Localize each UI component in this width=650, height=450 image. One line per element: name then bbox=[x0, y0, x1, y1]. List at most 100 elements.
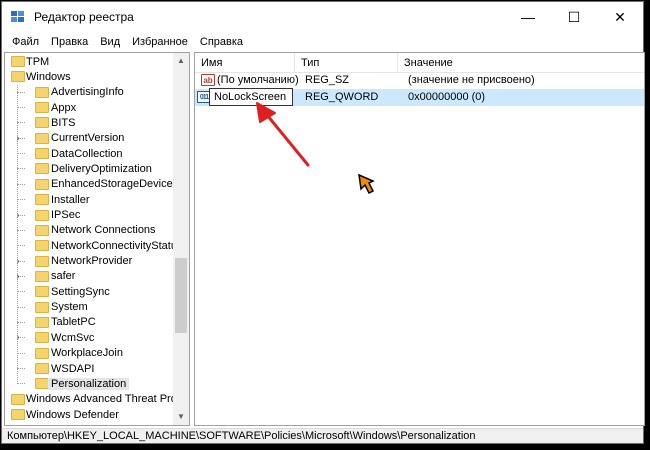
registry-tree[interactable]: TPM Windows AdvertisingInfo Appx BITS › Curren… bbox=[4, 52, 190, 426]
tree-item-label: Windows Advanced Threat Prote bbox=[26, 393, 175, 406]
folder-icon bbox=[11, 71, 25, 83]
tree-item-label: Windows bbox=[26, 70, 71, 83]
tree-item-label: Appx bbox=[51, 101, 77, 114]
tree-item[interactable]: TPM bbox=[5, 54, 175, 69]
tree-item[interactable]: TabletPC bbox=[5, 315, 175, 330]
tree-connector bbox=[17, 229, 25, 231]
tree-item[interactable]: › NetworkProvider bbox=[5, 254, 175, 269]
scroll-down-arrow-icon[interactable]: ▼ bbox=[173, 409, 189, 425]
tree-item[interactable]: WSDAPI bbox=[5, 361, 175, 376]
folder-icon bbox=[35, 209, 49, 221]
tree-connector bbox=[17, 245, 25, 247]
tree-connector bbox=[17, 168, 25, 170]
tree-item-label: CurrentVersion bbox=[51, 132, 125, 145]
tree-item-label: WSDAPI bbox=[51, 362, 95, 375]
status-bar-path: Компьютер\HKEY_LOCAL_MACHINE\SOFTWARE\Po… bbox=[2, 428, 643, 443]
minimize-button[interactable]: — bbox=[505, 2, 551, 32]
maximize-button[interactable]: ☐ bbox=[551, 2, 597, 32]
tree-connector bbox=[17, 199, 25, 201]
menu-file[interactable]: Файл bbox=[6, 36, 45, 48]
tree-item-label: BITS bbox=[51, 116, 76, 129]
tree-item[interactable]: Appx bbox=[5, 100, 175, 115]
tree-item[interactable]: › WcmSvc bbox=[5, 330, 175, 345]
tree-connector bbox=[17, 183, 25, 185]
folder-icon bbox=[35, 132, 49, 144]
folder-icon bbox=[35, 378, 49, 390]
tree-item[interactable]: NetworkConnectivityStatusInd bbox=[5, 238, 175, 253]
tree-item-label: System bbox=[51, 301, 88, 314]
tree-item-label: Personalization bbox=[48, 377, 130, 390]
tree-item[interactable]: Installer bbox=[5, 192, 175, 207]
tree-item[interactable]: DataCollection bbox=[5, 146, 175, 161]
tree-item[interactable]: AdvertisingInfo bbox=[5, 85, 175, 100]
tree-item[interactable]: DeliveryOptimization bbox=[5, 161, 175, 176]
tree-item[interactable]: Windows Defender bbox=[5, 407, 175, 422]
tree-connector bbox=[17, 91, 25, 93]
busy-cursor-icon bbox=[358, 173, 375, 195]
folder-icon bbox=[35, 102, 49, 114]
folder-icon bbox=[35, 363, 49, 374]
registry-editor-icon bbox=[10, 9, 26, 25]
folder-icon bbox=[35, 301, 49, 313]
annotation-overlay bbox=[256, 102, 310, 167]
folder-icon bbox=[35, 178, 49, 190]
folder-icon bbox=[35, 347, 49, 359]
expand-arrow-icon[interactable]: › bbox=[14, 210, 22, 221]
expand-arrow-icon[interactable]: › bbox=[14, 133, 22, 144]
folder-icon bbox=[11, 393, 25, 405]
tree-item-label: DataCollection bbox=[51, 147, 123, 160]
tree-item[interactable]: Personalization bbox=[5, 376, 175, 391]
folder-icon bbox=[35, 240, 49, 252]
menu-favorites[interactable]: Избранное bbox=[126, 36, 194, 48]
tree-vertical-scrollbar[interactable]: ▲ ▼ bbox=[173, 53, 189, 425]
scroll-up-arrow-icon[interactable]: ▲ bbox=[173, 53, 189, 69]
tree-item[interactable]: Network Connections bbox=[5, 223, 175, 238]
tree-item[interactable]: › CurrentVersion bbox=[5, 131, 175, 146]
tree-connector bbox=[17, 122, 25, 124]
tree-connector bbox=[17, 352, 25, 354]
tree-item-label: EnhancedStorageDevices bbox=[51, 178, 175, 191]
tree-item[interactable]: Windows Advanced Threat Prote bbox=[5, 392, 175, 407]
tree-item-label: Installer bbox=[51, 193, 90, 206]
folder-icon bbox=[35, 86, 49, 98]
tree-content: TPM Windows AdvertisingInfo Appx BITS › Curren… bbox=[5, 53, 175, 425]
tree-connector bbox=[17, 291, 25, 293]
folder-icon bbox=[35, 270, 49, 282]
tree-item[interactable]: WorkplaceJoin bbox=[5, 346, 175, 361]
tree-connector bbox=[17, 306, 25, 308]
tree-item[interactable]: SettingSync bbox=[5, 284, 175, 299]
folder-icon bbox=[35, 332, 49, 344]
title-bar: Редактор реестра — ☐ ✕ bbox=[2, 2, 643, 32]
tree-connector bbox=[17, 107, 25, 109]
tree-item[interactable]: › safer bbox=[5, 269, 175, 284]
folder-icon bbox=[11, 56, 25, 67]
folder-icon bbox=[35, 255, 49, 267]
tree-item[interactable]: BITS bbox=[5, 115, 175, 130]
tree-item[interactable]: EnhancedStorageDevices bbox=[5, 177, 175, 192]
close-button[interactable]: ✕ bbox=[597, 2, 643, 32]
folder-icon bbox=[35, 117, 49, 129]
tree-item[interactable]: System bbox=[5, 300, 175, 315]
folder-icon bbox=[35, 163, 49, 175]
tree-item[interactable]: › IPSec bbox=[5, 208, 175, 223]
expand-arrow-icon[interactable]: › bbox=[14, 332, 22, 343]
menu-edit[interactable]: Правка bbox=[45, 36, 94, 48]
expand-arrow-icon[interactable]: › bbox=[14, 271, 22, 282]
tree-item[interactable]: Windows bbox=[5, 69, 175, 84]
tree-item-label: SettingSync bbox=[51, 285, 110, 298]
tree-connector bbox=[17, 368, 25, 369]
tree-item-label: DeliveryOptimization bbox=[51, 162, 152, 175]
values-list: Имя Тип Значение ab (По умолчанию) REG_S… bbox=[194, 52, 645, 426]
scrollbar-thumb[interactable] bbox=[175, 258, 187, 333]
tree-item-label: NetworkConnectivityStatusInd bbox=[51, 239, 175, 252]
tree-item-label: IPSec bbox=[51, 209, 81, 221]
tree-item-label: safer bbox=[51, 270, 76, 283]
tree-connector bbox=[17, 383, 25, 385]
window-controls: — ☐ ✕ bbox=[505, 2, 643, 32]
folder-icon bbox=[11, 409, 25, 421]
tree-item-label: Network Connections bbox=[51, 224, 156, 237]
expand-arrow-icon[interactable]: › bbox=[14, 256, 22, 267]
menu-view[interactable]: Вид bbox=[94, 36, 126, 48]
tree-item-label: WorkplaceJoin bbox=[51, 347, 123, 360]
menu-help[interactable]: Справка bbox=[194, 36, 249, 48]
